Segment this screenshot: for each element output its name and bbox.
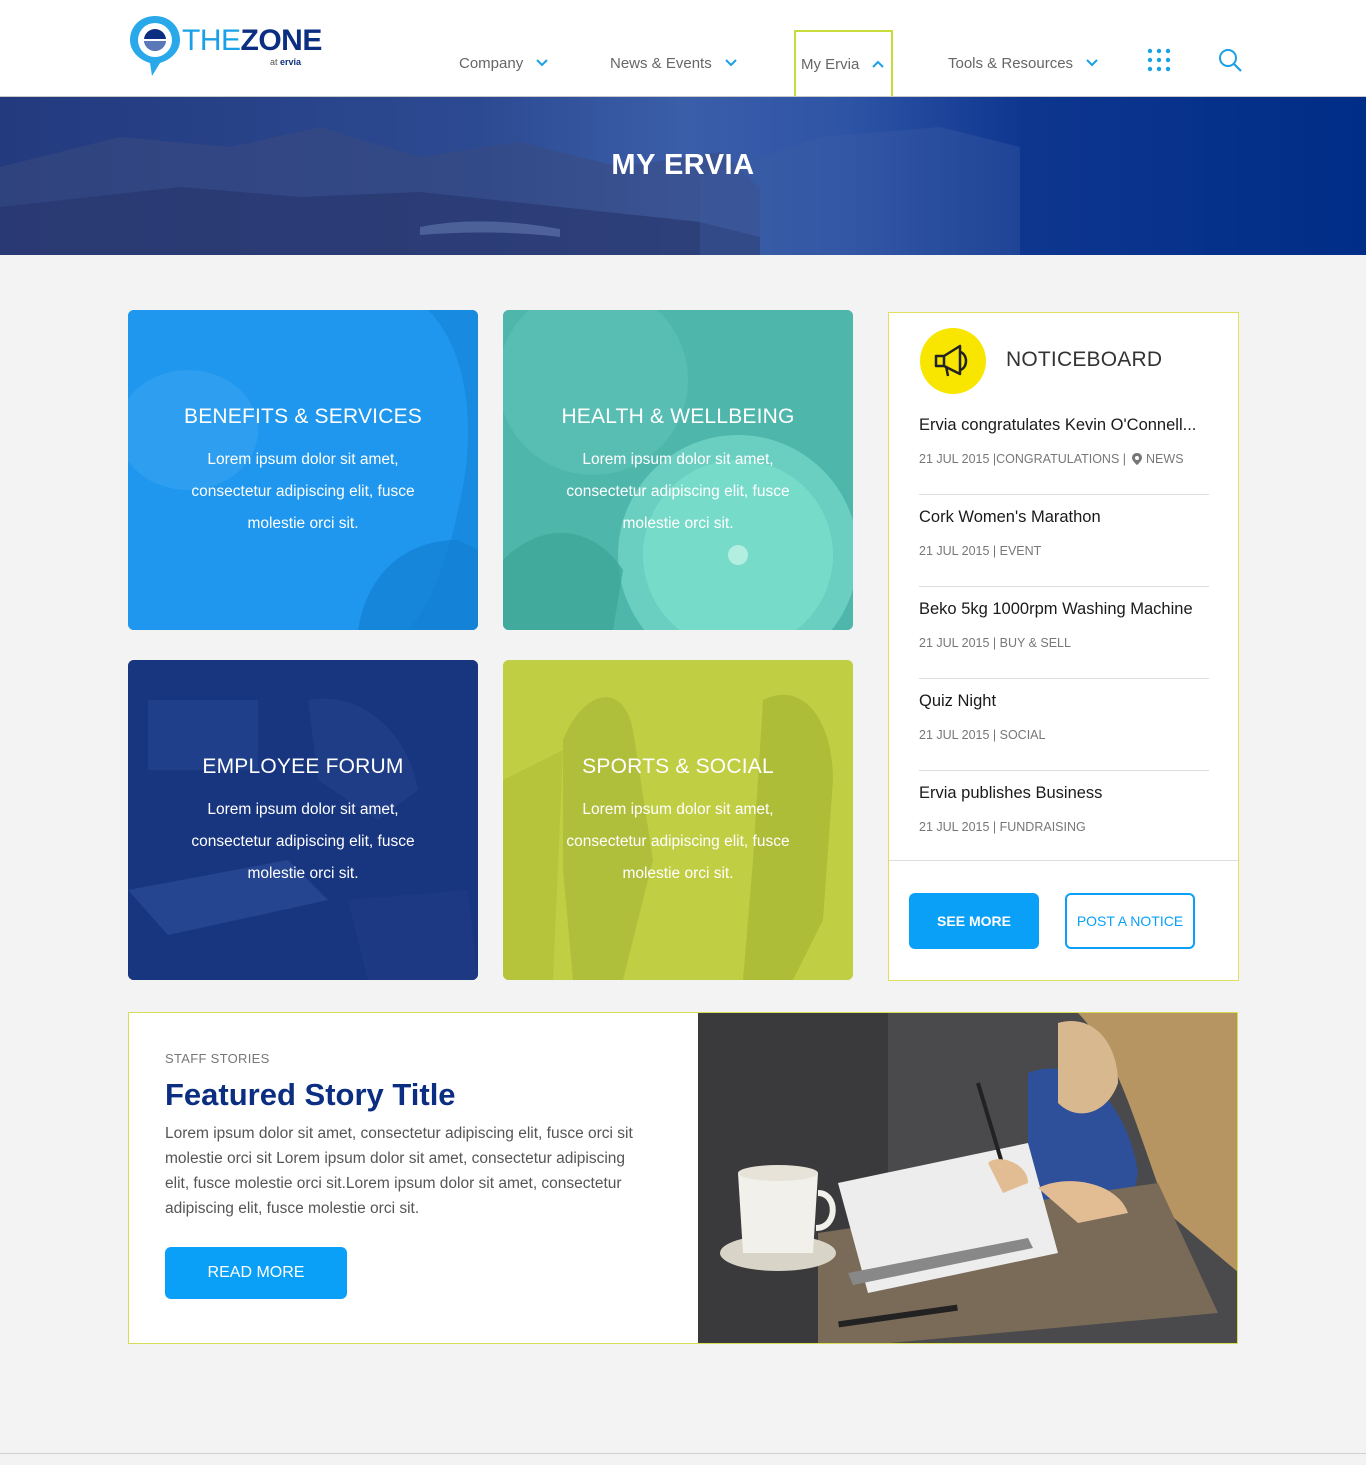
notice-divider [919,770,1209,771]
notice-meta-extra: NEWS [1146,452,1184,466]
tile-employee-forum[interactable]: EMPLOYEE FORUM Lorem ipsum dolor sit ame… [128,660,478,980]
notice-meta-text: 21 JUL 2015 | EVENT [919,544,1042,558]
notice-item[interactable]: Quiz Night 21 JUL 2015 | SOCIAL [919,692,1209,784]
tile-sports-social[interactable]: SPORTS & SOCIAL Lorem ipsum dolor sit am… [503,660,853,980]
notice-item[interactable]: Beko 5kg 1000rpm Washing Machine 21 JUL … [919,600,1209,692]
tile-benefits-services[interactable]: BENEFITS & SERVICES Lorem ipsum dolor si… [128,310,478,630]
nav-my-ervia[interactable]: My Ervia [794,30,893,96]
featured-story-card: STAFF STORIES Featured Story Title Lorem… [128,1012,1238,1344]
notice-meta-text: 21 JUL 2015 | SOCIAL [919,728,1046,742]
hero-banner: MY ERVIA [0,97,1366,255]
chevron-down-icon [724,56,738,70]
logo-sub-prefix: at [270,57,278,67]
logo-wordmark: THEZONE [182,24,322,58]
notice-title: Cork Women's Marathon [919,508,1101,526]
logo-subtitle: at ervia [270,57,301,67]
nav-news-events-label: News & Events [610,54,712,72]
notice-divider [919,494,1209,495]
tile-health-wellbeing[interactable]: HEALTH & WELLBEING Lorem ipsum dolor sit… [503,310,853,630]
chevron-down-icon [1085,56,1099,70]
notice-meta: 21 JUL 2015 | SOCIAL [919,728,1045,742]
logo-pin-icon [130,16,180,76]
notice-title: Quiz Night [919,692,997,710]
nav-my-ervia-label: My Ervia [801,55,860,73]
story-kicker: STAFF STORIES [165,1051,270,1066]
notice-meta: 21 JUL 2015 |CONGRATULATIONS | NEWS [919,452,1184,466]
noticeboard-footer-divider [889,860,1238,861]
tile-description: Lorem ipsum dolor sit amet, consectetur … [191,451,415,532]
notice-meta-text: 21 JUL 2015 | FUNDRAISING [919,820,1086,834]
notice-title: Ervia publishes Business [919,784,1103,802]
notice-item[interactable]: Cork Women's Marathon 21 JUL 2015 | EVEN… [919,508,1209,600]
apps-grid-icon[interactable] [1147,48,1171,72]
notice-divider [919,678,1209,679]
story-photo-illustration [698,1013,1237,1343]
site-header: THEZONE at ervia Company News & Events M… [0,0,1366,97]
nav-company-label: Company [459,54,524,72]
notice-meta-text: 21 JUL 2015 | BUY & SELL [919,636,1071,650]
story-title[interactable]: Featured Story Title [165,1077,456,1113]
notice-divider [919,586,1209,587]
tile-description: Lorem ipsum dolor sit amet, consectetur … [566,451,790,532]
site-logo[interactable]: THEZONE at ervia [128,14,322,78]
notice-meta: 21 JUL 2015 | BUY & SELL [919,636,1071,650]
chevron-up-icon [871,57,885,71]
read-more-button[interactable]: READ MORE [165,1247,347,1299]
notice-meta: 21 JUL 2015 | EVENT [919,544,1041,558]
post-notice-button[interactable]: POST A NOTICE [1065,893,1195,949]
noticeboard-panel: NOTICEBOARD Ervia congratulates Kevin O'… [888,312,1239,981]
tile-title: EMPLOYEE FORUM [202,755,404,778]
story-photo [698,1013,1237,1343]
notice-item[interactable]: Ervia publishes Business 21 JUL 2015 | F… [919,784,1209,876]
footer-divider [0,1453,1366,1454]
megaphone-icon [920,328,986,394]
page-title: MY ERVIA [611,149,755,181]
tile-title: SPORTS & SOCIAL [582,755,774,778]
nav-news-events[interactable]: News & Events [610,30,738,96]
nav-company[interactable]: Company [459,30,549,96]
notice-title: Ervia congratulates Kevin O'Connell... [919,416,1197,434]
tile-description: Lorem ipsum dolor sit amet, consectetur … [191,801,415,882]
logo-sub-brand: ervia [280,57,302,67]
tile-title: HEALTH & WELLBEING [561,405,795,428]
notice-meta: 21 JUL 2015 | FUNDRAISING [919,820,1086,834]
tile-description: Lorem ipsum dolor sit amet, consectetur … [566,801,790,882]
search-icon[interactable] [1217,47,1243,73]
logo-word-zone: ZONE [240,24,323,57]
noticeboard-heading: NOTICEBOARD [1006,348,1163,371]
notice-item[interactable]: Ervia congratulates Kevin O'Connell... 2… [919,416,1209,508]
map-pin-icon [1132,453,1143,465]
logo-word-the: THE [182,24,241,57]
nav-tools-resources[interactable]: Tools & Resources [948,30,1099,96]
see-more-button[interactable]: SEE MORE [909,893,1039,949]
story-body: Lorem ipsum dolor sit amet, consectetur … [165,1125,633,1217]
nav-tools-resources-label: Tools & Resources [948,54,1074,72]
chevron-down-icon [535,56,549,70]
notice-meta-text: 21 JUL 2015 |CONGRATULATIONS | [919,452,1127,466]
notice-title: Beko 5kg 1000rpm Washing Machine [919,600,1193,618]
tile-title: BENEFITS & SERVICES [184,405,422,428]
